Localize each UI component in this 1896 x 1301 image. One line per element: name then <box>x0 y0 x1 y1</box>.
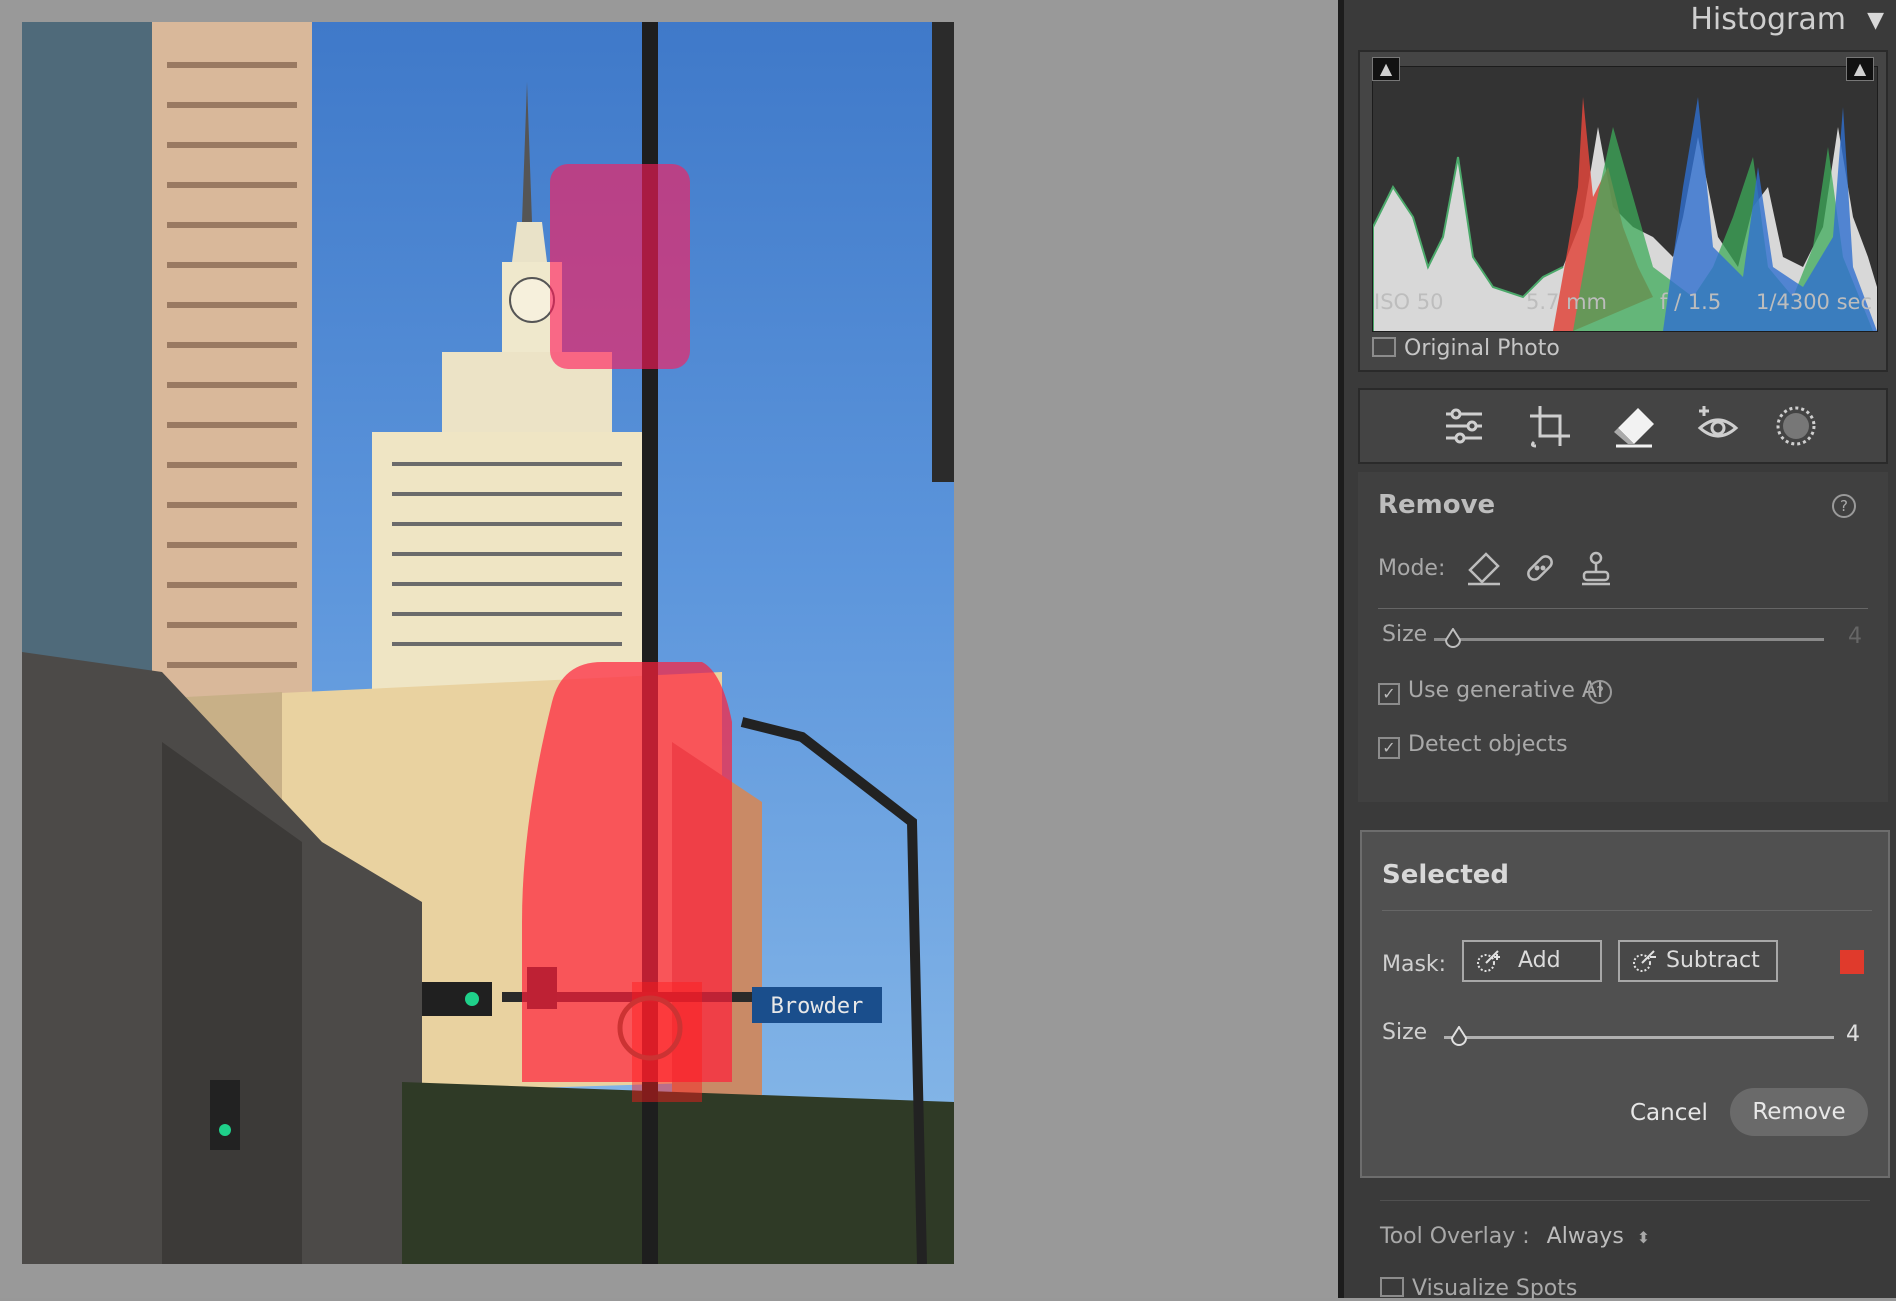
photo-image: Browder <box>22 22 954 1264</box>
mode-heal-icon[interactable] <box>1520 548 1560 588</box>
mode-label: Mode: <box>1378 556 1446 581</box>
size-slider-thumb[interactable] <box>1444 627 1462 650</box>
tool-overlay-row: Tool Overlay : Always ⬍ <box>1380 1224 1650 1249</box>
photo-canvas-area[interactable]: Browder <box>0 0 1338 1298</box>
tool-strip <box>1358 388 1888 464</box>
tool-overlay-select[interactable]: Always <box>1547 1224 1624 1249</box>
detect-objects-checkbox[interactable]: ✓ <box>1378 737 1400 759</box>
subtract-label: Subtract <box>1666 948 1760 973</box>
visualize-spots-label: Visualize Spots <box>1412 1276 1578 1301</box>
exif-focal-length: 5.7 mm <box>1526 290 1607 314</box>
detect-objects-row[interactable]: ✓ Detect objects <box>1378 732 1568 759</box>
mask-size-slider-track[interactable] <box>1444 1036 1834 1039</box>
size-label: Size <box>1382 1020 1428 1045</box>
edit-sliders-icon[interactable] <box>1440 402 1488 450</box>
remove-section: Remove ? Mode: Size 4 ✓ Use generative AI… <box>1358 472 1888 802</box>
mask-add-button[interactable]: Add <box>1462 940 1602 982</box>
visualize-spots-row[interactable]: Visualize Spots <box>1380 1276 1577 1301</box>
generative-ai-checkbox[interactable]: ✓ <box>1378 683 1400 705</box>
shadow-clipping-icon[interactable]: ▲ <box>1372 57 1400 81</box>
cancel-button[interactable]: Cancel <box>1630 1100 1708 1126</box>
crop-icon[interactable] <box>1526 402 1574 450</box>
size-label: Size <box>1382 622 1428 647</box>
histogram-box: ▲ ▲ ISO 50 5.7 mm f / 1.5 1/4300 sec Ori… <box>1358 50 1888 372</box>
brush-subtract-icon <box>1630 947 1658 975</box>
mask-label: Mask: <box>1382 952 1447 977</box>
visualize-spots-checkbox[interactable] <box>1380 1277 1404 1297</box>
exif-shutter: 1/4300 sec <box>1756 290 1872 314</box>
divider <box>1380 1200 1870 1201</box>
add-label: Add <box>1518 948 1561 973</box>
mask-subtract-button[interactable]: Subtract <box>1618 940 1778 982</box>
divider <box>1382 910 1872 911</box>
selected-panel: Selected Mask: Add Subtract Size 4 Cance… <box>1360 830 1890 1178</box>
divider <box>1378 608 1868 609</box>
original-photo-checkbox[interactable] <box>1372 337 1396 357</box>
mode-clone-icon[interactable] <box>1576 548 1616 588</box>
remove-title: Remove <box>1378 490 1496 520</box>
mode-remove-icon[interactable] <box>1464 548 1504 588</box>
remove-button[interactable]: Remove <box>1730 1088 1868 1136</box>
size-slider-track[interactable] <box>1434 638 1824 641</box>
size-value[interactable]: 4 <box>1848 624 1862 649</box>
original-photo-label: Original Photo <box>1404 336 1560 361</box>
generative-ai-help-icon[interactable]: ? <box>1588 680 1612 704</box>
exif-iso: ISO 50 <box>1374 290 1444 314</box>
help-icon[interactable]: ? <box>1832 494 1856 518</box>
street-sign-text: Browder <box>771 994 864 1019</box>
eraser-icon[interactable] <box>1610 402 1658 450</box>
histogram-title[interactable]: Histogram <box>1690 2 1846 37</box>
tool-overlay-label: Tool Overlay : <box>1380 1224 1530 1249</box>
generative-ai-label: Use generative AI <box>1408 678 1604 703</box>
right-panel: Histogram ▼ ▲ ▲ ISO 50 5.7 mm f / 1.5 1/… <box>1344 0 1896 1301</box>
photo-preview[interactable]: Browder <box>22 22 954 1264</box>
masking-icon[interactable] <box>1772 402 1820 450</box>
mask-size-value[interactable]: 4 <box>1846 1022 1860 1047</box>
original-photo-toggle[interactable]: Original Photo <box>1372 336 1560 361</box>
detect-objects-label: Detect objects <box>1408 732 1568 757</box>
red-eye-icon[interactable] <box>1694 402 1742 450</box>
triangle-down-icon[interactable]: ▼ <box>1867 8 1884 33</box>
generative-ai-row[interactable]: ✓ Use generative AI <box>1378 678 1603 705</box>
brush-add-icon <box>1474 947 1502 975</box>
mask-color-swatch[interactable] <box>1840 950 1864 974</box>
chevron-updown-icon[interactable]: ⬍ <box>1637 1228 1650 1247</box>
exif-aperture: f / 1.5 <box>1660 290 1722 314</box>
mask-size-slider-thumb[interactable] <box>1450 1025 1468 1048</box>
highlight-clipping-icon[interactable]: ▲ <box>1846 57 1874 81</box>
selected-title: Selected <box>1382 860 1509 890</box>
